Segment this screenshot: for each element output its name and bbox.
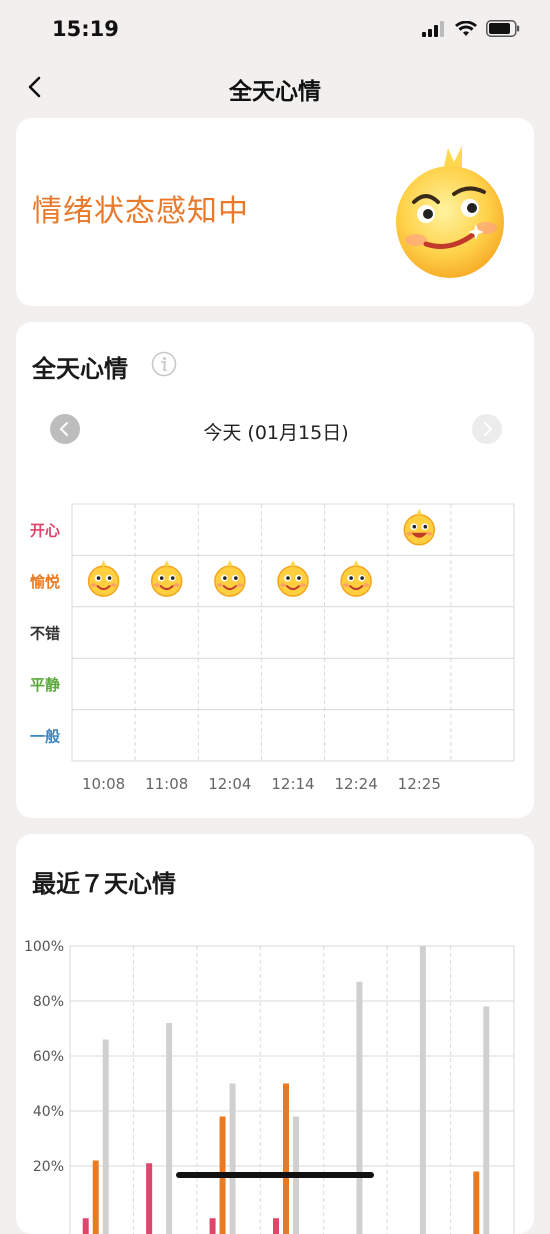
chart-bar: [210, 1218, 216, 1234]
chart-bar: [473, 1172, 479, 1234]
nav-bar: 全天心情: [0, 62, 550, 112]
status-time: 15:19: [52, 17, 119, 41]
status-icons: [422, 20, 520, 37]
weekly-mood-title: 最近７天心情: [32, 864, 176, 899]
mood-level-label: 平静: [30, 676, 60, 694]
daily-mood-title: 全天心情: [32, 349, 128, 384]
battery-icon: [486, 20, 520, 37]
home-indicator[interactable]: [176, 1172, 374, 1178]
next-day-button[interactable]: [472, 414, 502, 444]
chart-y-tick-label: 60%: [33, 1049, 64, 1065]
mood-time-label: 12:04: [208, 775, 251, 793]
daily-mood-card: 开心愉悦不错平静一般 10:08 11:08 12:04 12:14 12:24 12:25…: [16, 322, 534, 818]
chart-bar: [166, 1023, 172, 1234]
mood-time-label: 12:25: [398, 775, 441, 793]
chart-bar: [273, 1218, 279, 1234]
mood-level-label: 愉悦: [30, 573, 60, 591]
mood-time-label: 11:08: [145, 775, 188, 793]
chart-bar: [420, 946, 426, 1234]
mascot-face-icon: [390, 140, 510, 280]
mood-time-label: 12:14: [271, 775, 314, 793]
chart-bar: [146, 1163, 152, 1234]
mood-emoji-icon: [404, 509, 434, 545]
info-icon[interactable]: [151, 351, 177, 377]
wifi-icon: [455, 21, 477, 37]
chart-bar: [483, 1007, 489, 1234]
chart-y-tick-label: 20%: [33, 1159, 64, 1175]
date-navigator: 今天 (01月15日): [50, 412, 502, 446]
mood-emoji-icon: [215, 560, 245, 596]
date-label: 今天 (01月15日): [50, 418, 502, 445]
chart-bar: [283, 1084, 289, 1234]
mood-level-label: 不错: [30, 625, 60, 643]
mood-level-label: 开心: [30, 522, 60, 540]
status-bar: 15:19: [0, 0, 550, 60]
cellular-signal-icon: [422, 21, 446, 37]
chart-y-tick-label: 80%: [33, 994, 64, 1010]
mood-emoji-icon: [278, 560, 308, 596]
chart-y-tick-label: 100%: [24, 939, 64, 955]
emotion-status-card: 情绪状态感知中: [16, 118, 534, 306]
page-title: 全天心情: [0, 72, 550, 106]
chart-bar: [356, 982, 362, 1234]
mood-emoji-icon: [89, 560, 119, 596]
mood-emoji-icon: [152, 560, 182, 596]
chart-bar: [230, 1084, 236, 1234]
chart-y-tick-label: 40%: [33, 1104, 64, 1120]
mood-emoji-icon: [341, 560, 371, 596]
mood-grid-frame: [72, 504, 514, 761]
daily-mood-grid: 开心愉悦不错平静一般 10:08 11:08 12:04 12:14 12:24 12:25: [16, 322, 534, 818]
mood-level-label: 一般: [30, 727, 60, 745]
chevron-right-icon: [472, 414, 502, 444]
mood-time-label: 10:08: [82, 775, 125, 793]
chart-bar: [83, 1218, 89, 1234]
chart-bar: [103, 1040, 109, 1234]
chart-bar: [93, 1161, 99, 1234]
emotion-status-text: 情绪状态感知中: [32, 186, 249, 230]
mood-time-label: 12:24: [335, 775, 378, 793]
